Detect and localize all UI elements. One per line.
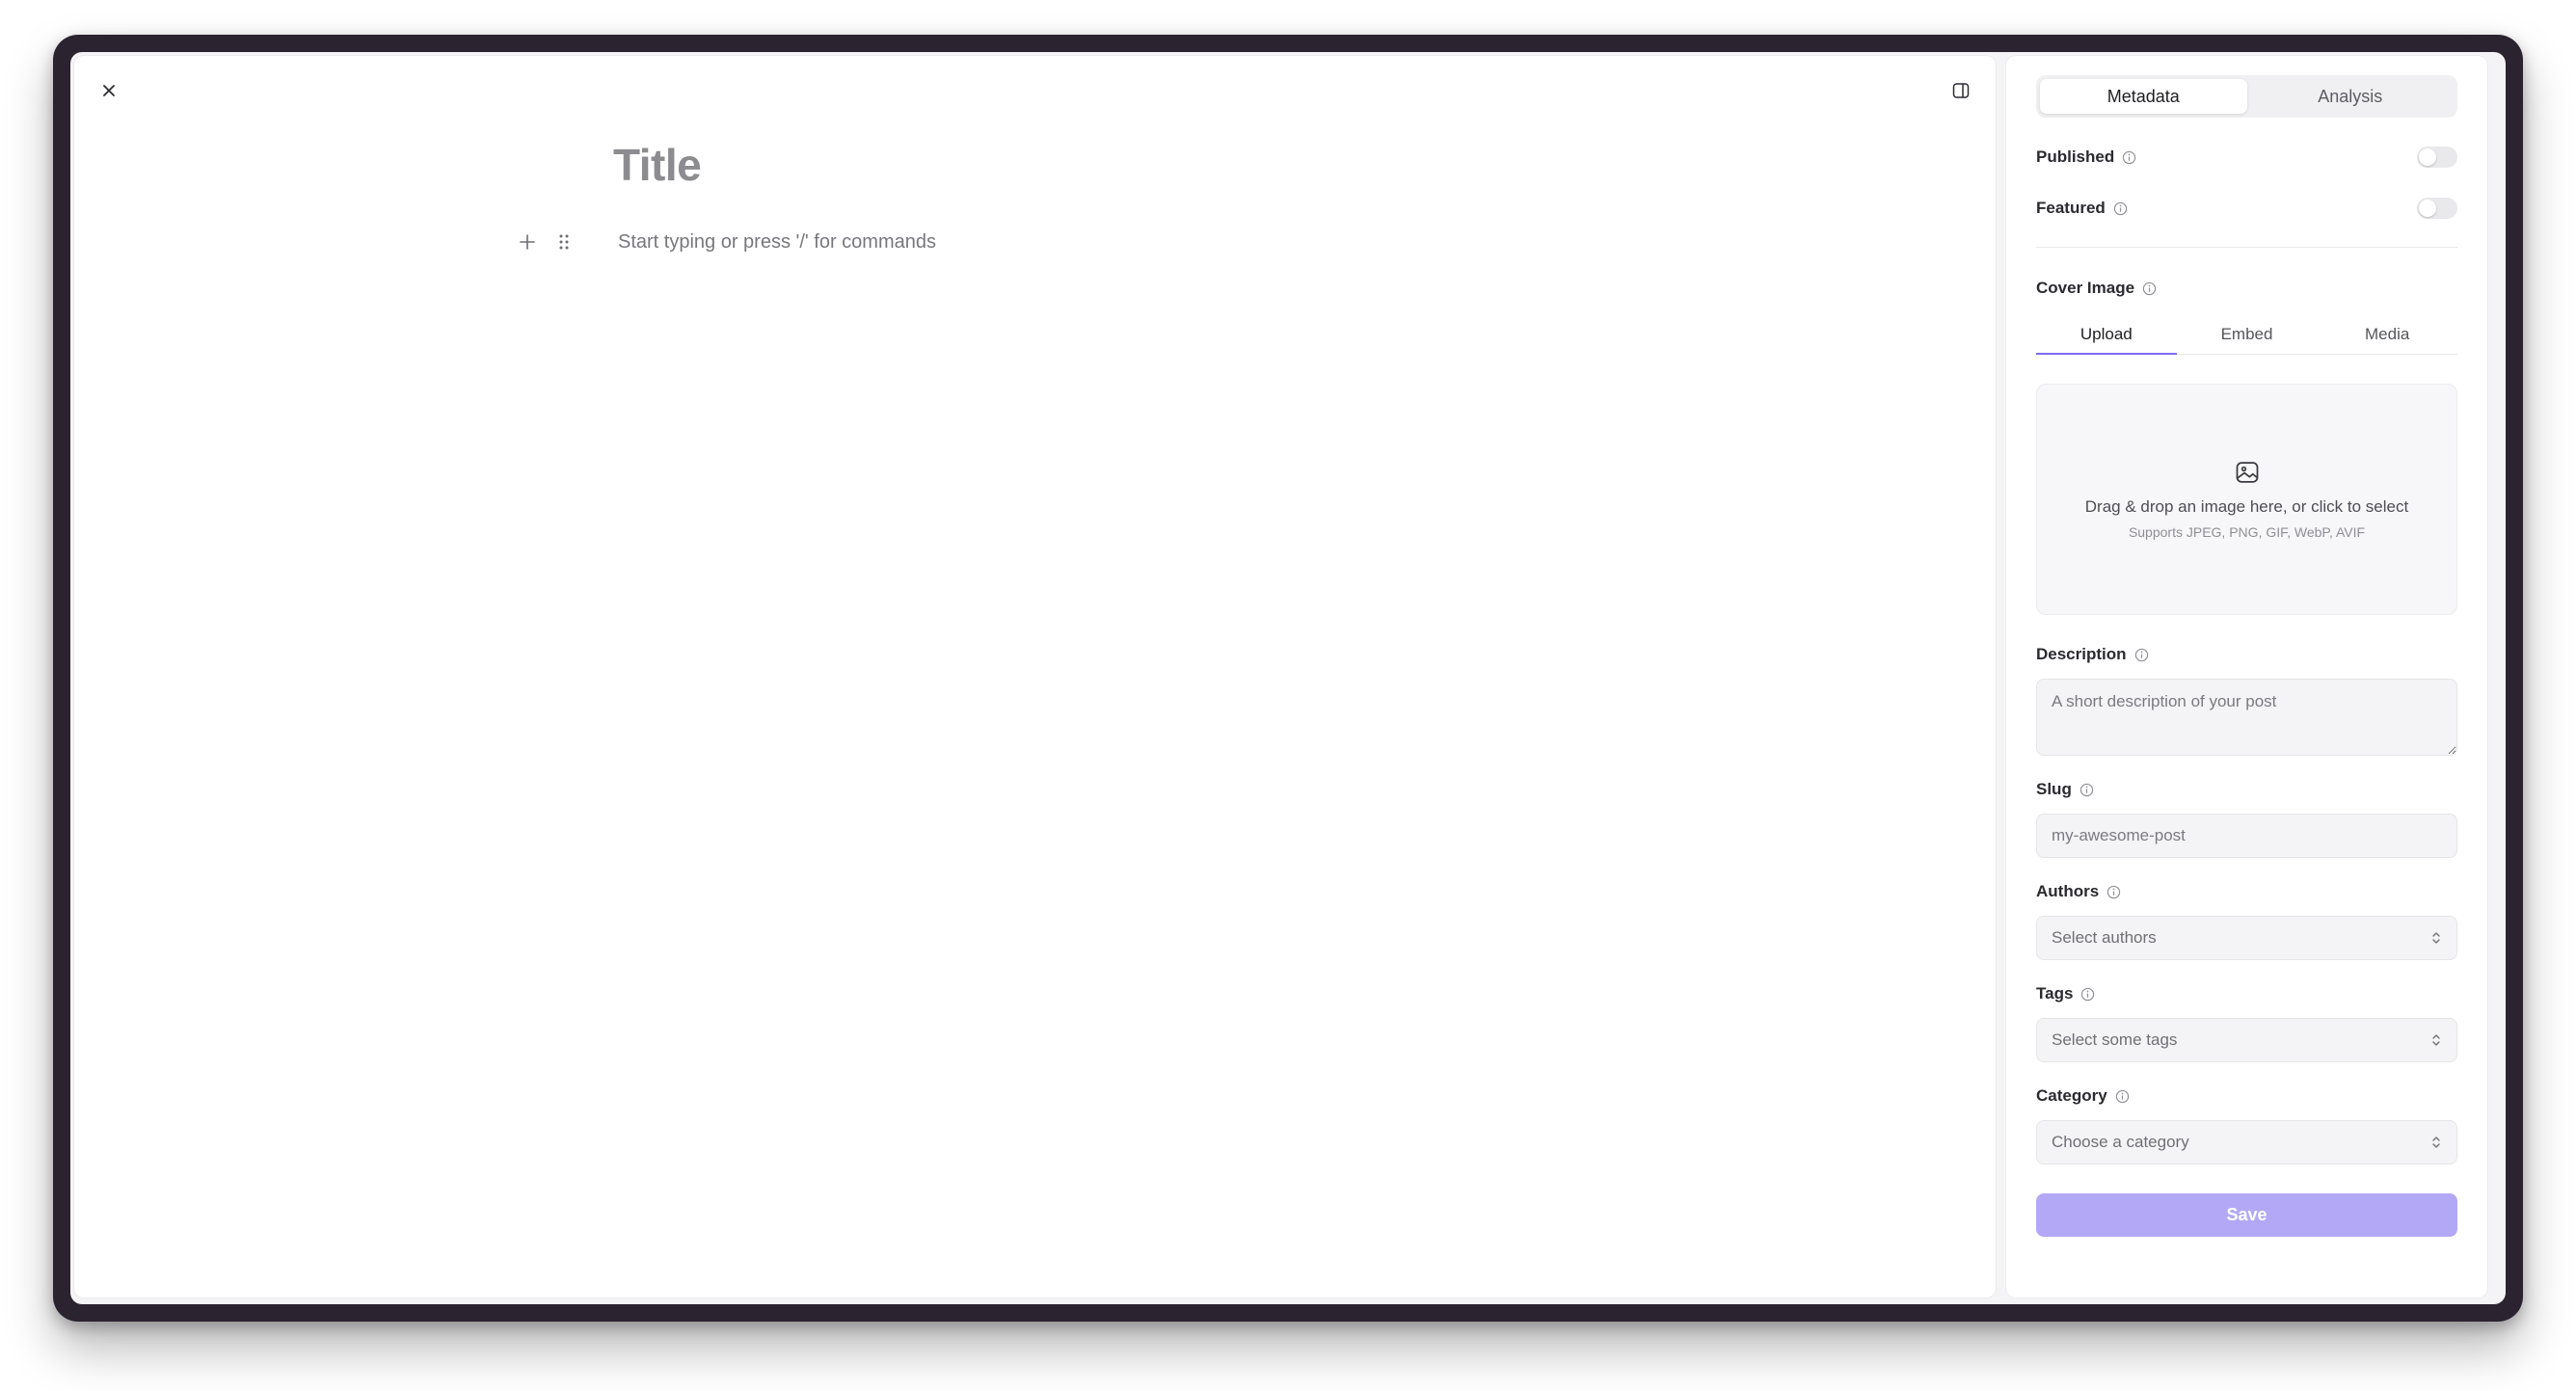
info-icon[interactable] xyxy=(2122,150,2136,165)
dropzone-hint: Supports JPEG, PNG, GIF, WebP, AVIF xyxy=(2128,524,2366,540)
category-row: Category xyxy=(2036,1082,2457,1110)
description-label: Description xyxy=(2036,645,2149,664)
plus-icon xyxy=(520,234,535,250)
toggle-sidebar-button[interactable] xyxy=(1945,75,1976,106)
info-icon[interactable] xyxy=(2080,987,2095,1002)
close-button[interactable] xyxy=(94,75,124,106)
chevron-updown-icon xyxy=(2432,1034,2440,1046)
close-icon xyxy=(103,85,115,96)
tags-label: Tags xyxy=(2036,984,2095,1003)
info-icon[interactable] xyxy=(2106,885,2121,899)
tags-row: Tags xyxy=(2036,979,2457,1008)
drag-handle[interactable] xyxy=(550,227,578,256)
category-label-text: Category xyxy=(2036,1086,2107,1105)
published-toggle[interactable] xyxy=(2417,147,2457,168)
tab-embed[interactable]: Embed xyxy=(2177,314,2318,354)
tab-upload[interactable]: Upload xyxy=(2036,314,2177,355)
post-title[interactable]: Title xyxy=(613,139,702,191)
description-row: Description xyxy=(2036,640,2457,669)
featured-toggle[interactable] xyxy=(2417,198,2457,219)
divider xyxy=(2036,247,2457,248)
published-row: Published xyxy=(2036,143,2457,172)
featured-label: Featured xyxy=(2036,199,2128,218)
tags-select[interactable]: Select some tags xyxy=(2036,1018,2457,1062)
drag-handle-icon xyxy=(559,234,569,250)
info-icon[interactable] xyxy=(2080,783,2094,797)
category-label: Category xyxy=(2036,1086,2130,1106)
image-icon xyxy=(2236,462,2258,483)
cover-image-tabs: Upload Embed Media xyxy=(2036,314,2457,355)
metadata-sidebar: Metadata Analysis Published Featured Cov… xyxy=(2006,56,2487,1297)
cover-image-label: Cover Image xyxy=(2036,279,2157,298)
device-frame: Title Start typing or press '/' for comm… xyxy=(53,35,2523,1322)
app-window: Title Start typing or press '/' for comm… xyxy=(70,52,2506,1304)
featured-row: Featured xyxy=(2036,194,2457,223)
info-icon[interactable] xyxy=(2113,201,2128,216)
info-icon[interactable] xyxy=(2142,281,2157,296)
category-select-value: Choose a category xyxy=(2052,1133,2189,1151)
body-placeholder[interactable]: Start typing or press '/' for commands xyxy=(618,231,936,254)
sidebar-tabs: Metadata Analysis xyxy=(2036,75,2457,118)
add-block-button[interactable] xyxy=(513,227,542,256)
image-dropzone[interactable]: Drag & drop an image here, or click to s… xyxy=(2036,384,2457,615)
published-label-text: Published xyxy=(2036,147,2115,166)
featured-label-text: Featured xyxy=(2036,199,2106,217)
category-select[interactable]: Choose a category xyxy=(2036,1120,2457,1164)
cover-image-row: Cover Image xyxy=(2036,274,2457,303)
tab-media[interactable]: Media xyxy=(2317,314,2457,354)
tab-metadata[interactable]: Metadata xyxy=(2040,79,2247,114)
authors-row: Authors xyxy=(2036,877,2457,906)
cover-image-label-text: Cover Image xyxy=(2036,279,2135,297)
tags-select-value: Select some tags xyxy=(2052,1030,2178,1049)
info-icon[interactable] xyxy=(2134,648,2149,662)
description-field[interactable] xyxy=(2036,679,2457,756)
slug-label: Slug xyxy=(2036,780,2094,799)
authors-select[interactable]: Select authors xyxy=(2036,916,2457,960)
description-label-text: Description xyxy=(2036,645,2127,663)
chevron-updown-icon xyxy=(2432,932,2440,944)
chevron-updown-icon xyxy=(2432,1137,2440,1148)
tab-analysis[interactable]: Analysis xyxy=(2247,79,2455,114)
authors-label-text: Authors xyxy=(2036,882,2100,900)
slug-row: Slug xyxy=(2036,775,2457,804)
dropzone-text: Drag & drop an image here, or click to s… xyxy=(2084,497,2409,516)
tags-label-text: Tags xyxy=(2036,984,2074,1003)
panel-toggle-icon xyxy=(1952,83,1970,98)
editor-block: Start typing or press '/' for commands xyxy=(513,227,936,256)
editor-pane: Title Start typing or press '/' for comm… xyxy=(74,56,1996,1297)
published-label: Published xyxy=(2036,147,2136,167)
info-icon[interactable] xyxy=(2115,1089,2130,1104)
authors-label: Authors xyxy=(2036,882,2121,901)
authors-select-value: Select authors xyxy=(2052,928,2157,947)
slug-field[interactable] xyxy=(2036,814,2457,858)
slug-label-text: Slug xyxy=(2036,780,2072,798)
save-button[interactable]: Save xyxy=(2036,1193,2457,1237)
